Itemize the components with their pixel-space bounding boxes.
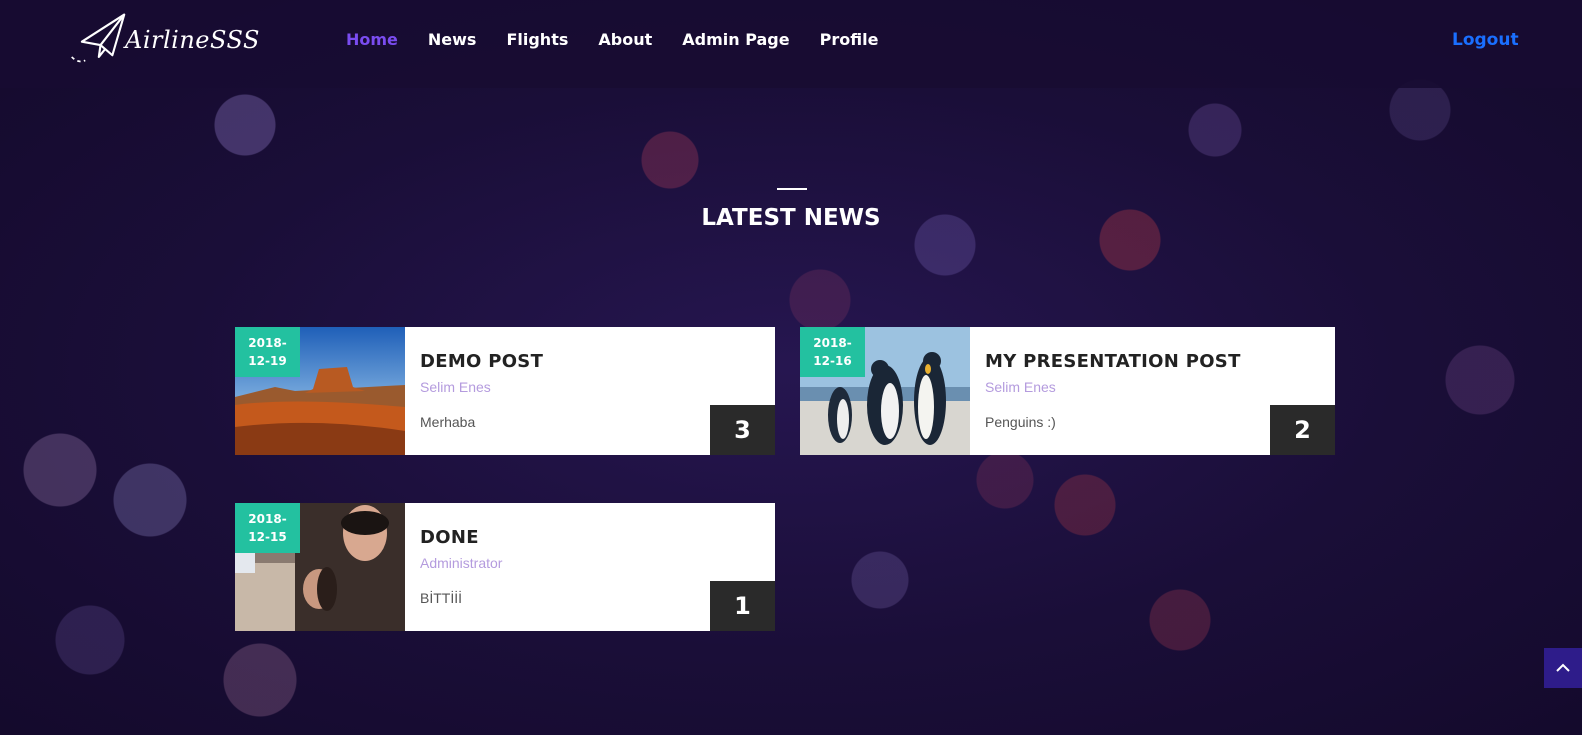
- post-count-badge: 1: [710, 581, 775, 631]
- post-author: Selim Enes: [985, 379, 1056, 395]
- title-divider: [777, 188, 807, 190]
- brand-logo[interactable]: AirlineSSS: [70, 8, 260, 72]
- top-navbar: AirlineSSS Home News Flights About Admin…: [0, 0, 1582, 88]
- penguins-image[interactable]: 2018- 12-16: [800, 327, 970, 455]
- post-excerpt: Penguins :): [985, 414, 1056, 430]
- news-card[interactable]: 2018- 12-16 MY PRESENTATION POST Selim En…: [800, 327, 1335, 455]
- desert-canyon-image[interactable]: 2018- 12-19: [235, 327, 405, 455]
- post-title[interactable]: MY PRESENTATION POST: [985, 351, 1241, 372]
- nav-admin-page[interactable]: Admin Page: [682, 30, 789, 49]
- post-count-badge: 2: [1270, 405, 1335, 455]
- logout-link[interactable]: Logout: [1452, 30, 1519, 50]
- post-date-badge: 2018- 12-15: [235, 503, 300, 553]
- nav-flights[interactable]: Flights: [506, 30, 568, 49]
- post-count-badge: 3: [710, 405, 775, 455]
- post-title[interactable]: DEMO POST: [420, 351, 543, 372]
- people-photo-image[interactable]: 2018- 12-15: [235, 503, 405, 631]
- nav-news[interactable]: News: [428, 30, 477, 49]
- chevron-up-icon: [1556, 663, 1570, 672]
- news-card[interactable]: 2018- 12-15 DONE Administrator BİTTİİİ 1: [235, 503, 775, 631]
- post-date-badge: 2018- 12-16: [800, 327, 865, 377]
- post-date-badge: 2018- 12-19: [235, 327, 300, 377]
- scroll-top-button[interactable]: [1544, 648, 1582, 688]
- nav-home[interactable]: Home: [346, 30, 398, 49]
- main-nav: Home News Flights About Admin Page Profi…: [346, 30, 878, 49]
- section-title: LATEST NEWS: [701, 205, 881, 231]
- news-card[interactable]: 2018- 12-19 DEMO POST Selim Enes Merhaba …: [235, 327, 775, 455]
- nav-about[interactable]: About: [598, 30, 652, 49]
- brand-name: AirlineSSS: [125, 26, 260, 54]
- post-excerpt: BİTTİİİ: [420, 590, 462, 606]
- post-title[interactable]: DONE: [420, 527, 479, 548]
- nav-profile[interactable]: Profile: [820, 30, 879, 49]
- paper-plane-icon: [71, 13, 126, 63]
- post-excerpt: Merhaba: [420, 414, 476, 430]
- post-author: Administrator: [420, 555, 503, 571]
- post-author: Selim Enes: [420, 379, 491, 395]
